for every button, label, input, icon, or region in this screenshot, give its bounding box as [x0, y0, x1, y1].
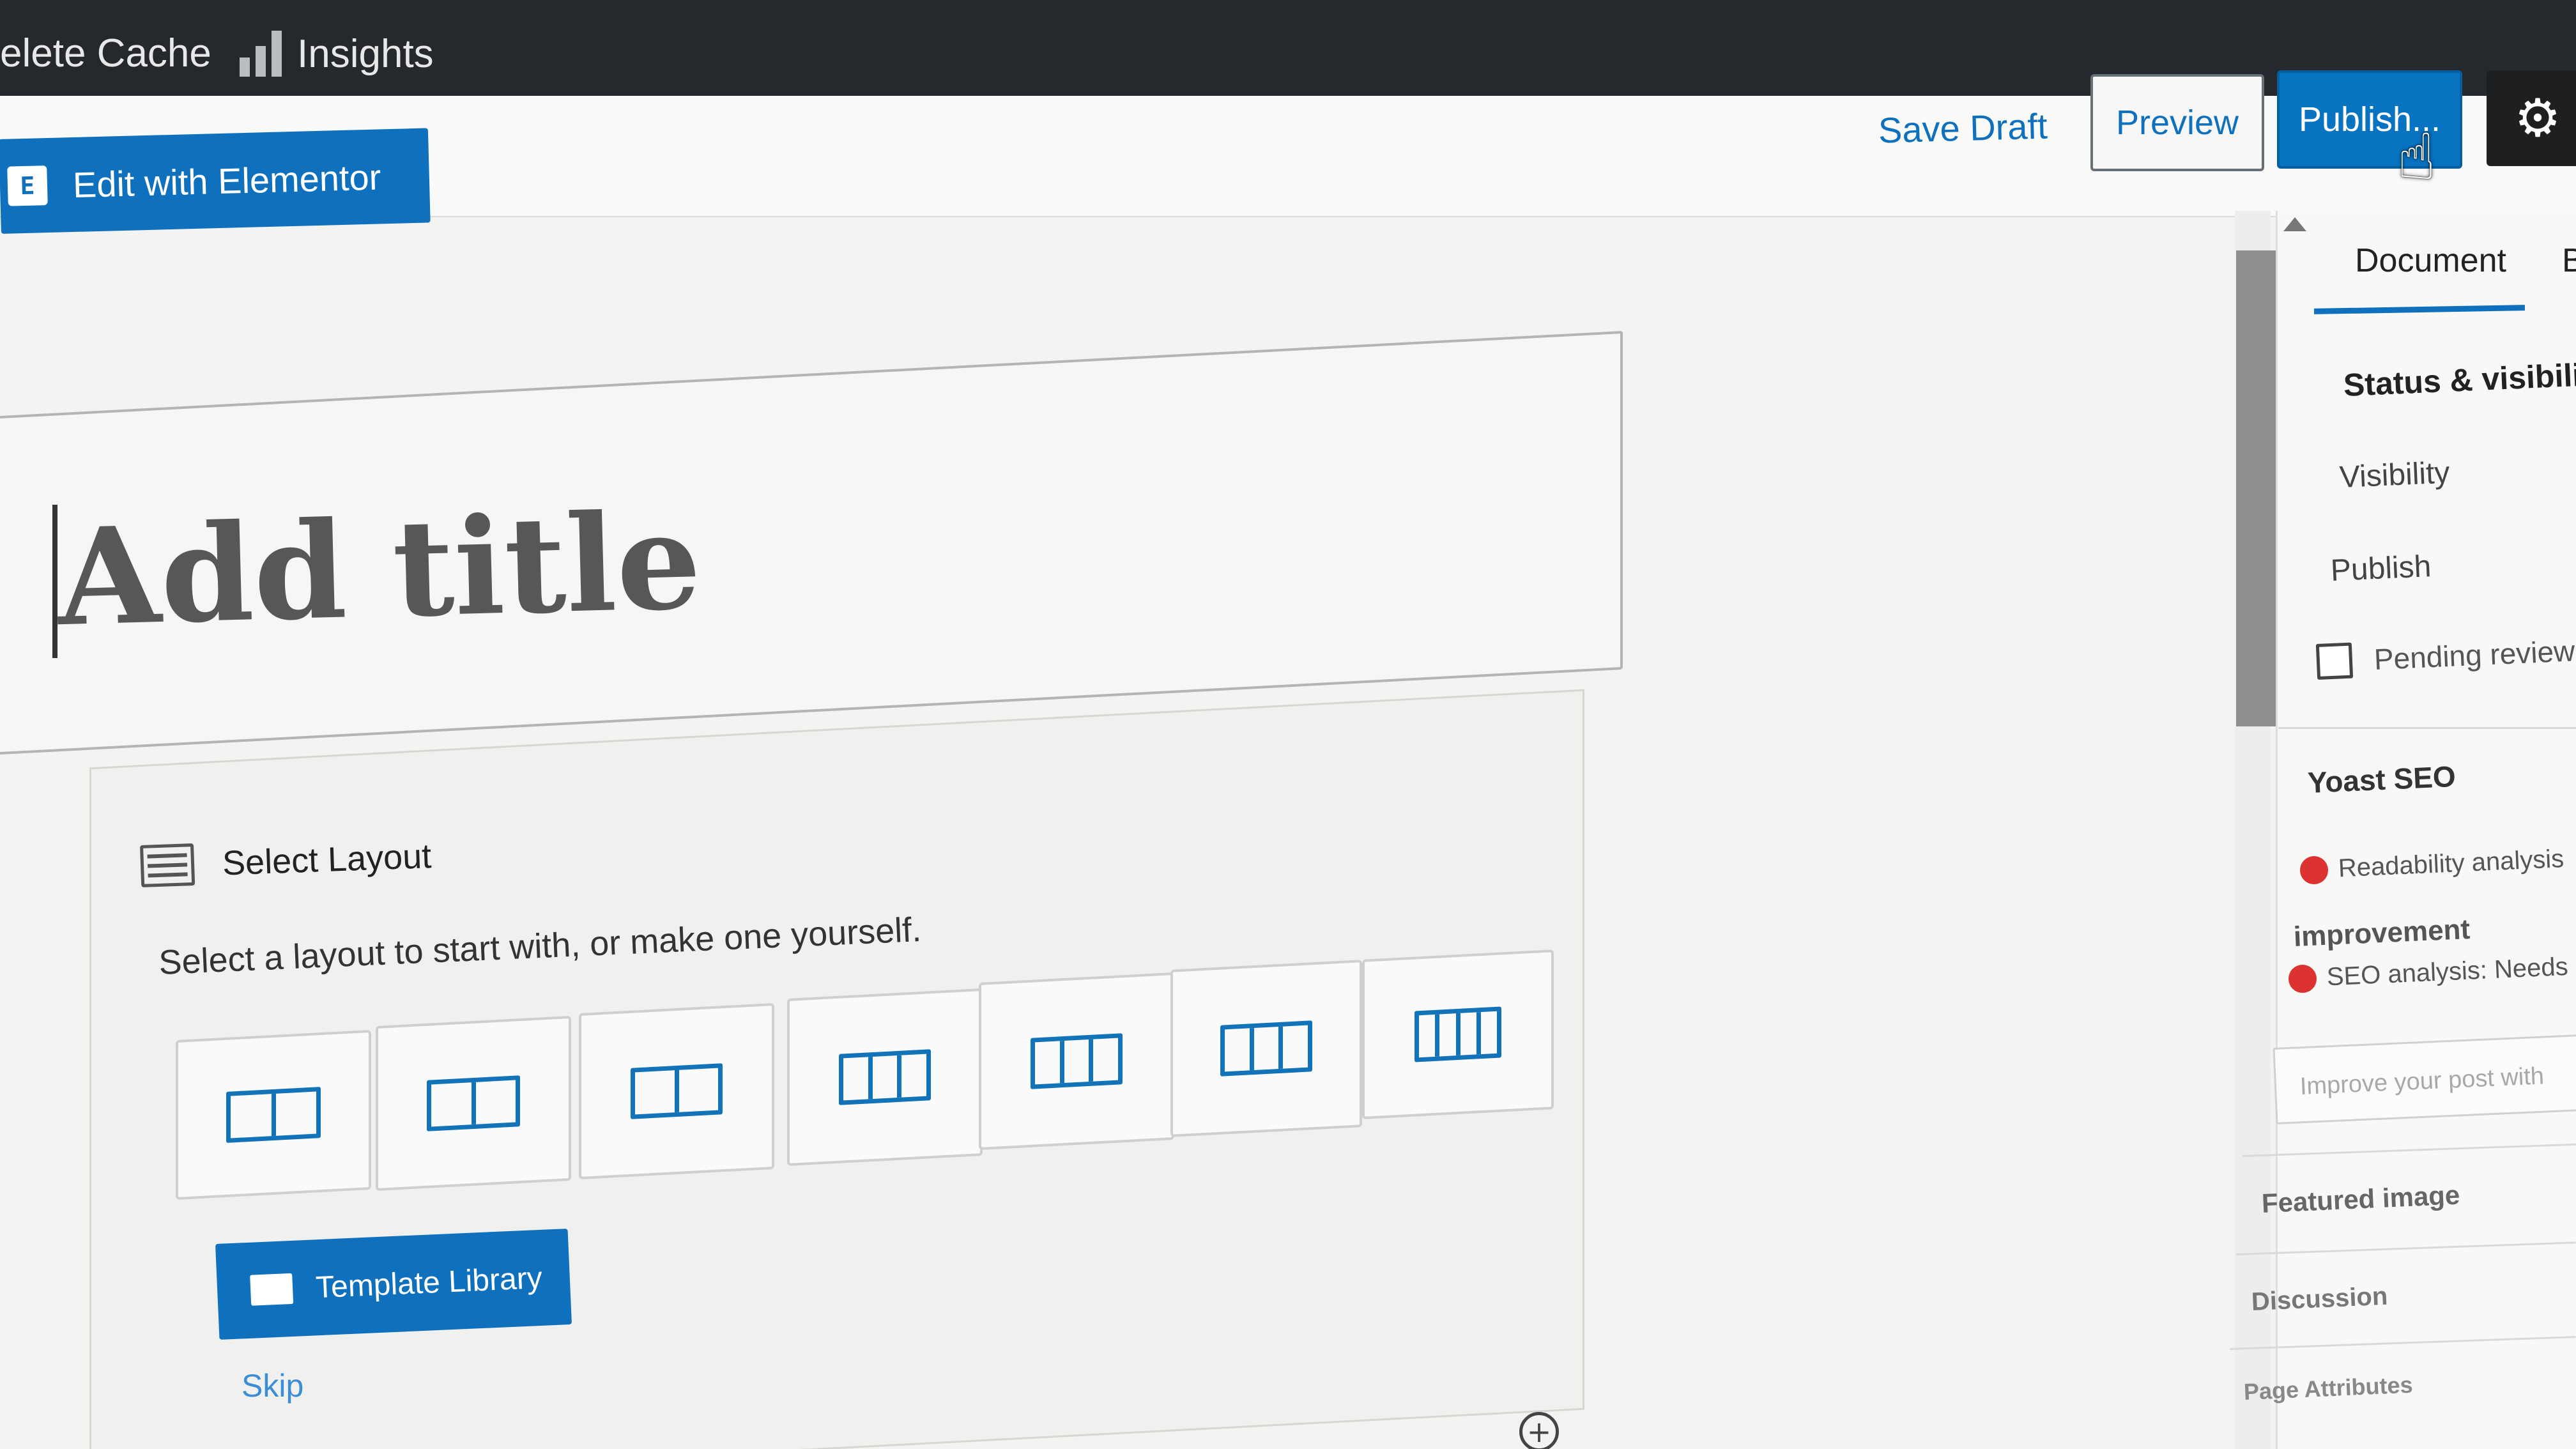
title-placeholder[interactable]: Add title: [56, 484, 703, 656]
tab-document[interactable]: Document: [2355, 241, 2506, 280]
layout-option-5[interactable]: [979, 972, 1174, 1151]
readability-status-dot-icon: [2299, 855, 2329, 885]
column-layout-icon: [427, 1075, 520, 1131]
seo-status-dot-icon: [2288, 963, 2317, 993]
insights-label: Insights: [297, 32, 434, 76]
pending-review-checkbox[interactable]: [2315, 642, 2354, 680]
template-library-label: Template Library: [314, 1261, 543, 1305]
tab-block[interactable]: B: [2562, 241, 2576, 280]
add-block-icon[interactable]: +: [1519, 1412, 1559, 1449]
scrollbar-thumb[interactable]: [2236, 250, 2276, 726]
column-layout-icon: [1414, 1006, 1501, 1062]
gear-icon: ⚙: [2514, 88, 2561, 149]
discussion-panel[interactable]: Discussion: [2251, 1282, 2388, 1317]
delete-cache-link[interactable]: elete Cache: [0, 31, 211, 76]
hand-pointer-icon: ☝: [2397, 119, 2436, 194]
layout-option-6[interactable]: [1170, 960, 1362, 1137]
layout-option-4[interactable]: [787, 988, 983, 1167]
edit-with-elementor-label: Edit with Elementor: [72, 156, 382, 205]
folder-icon: [250, 1273, 294, 1306]
template-library-button[interactable]: Template Library: [215, 1229, 572, 1340]
layout-option-2[interactable]: [376, 1015, 571, 1192]
scroll-up-arrow-icon[interactable]: [2283, 217, 2306, 231]
publish-label: Publish: [2329, 549, 2432, 588]
insights-link[interactable]: Insights: [240, 31, 434, 77]
visibility-label: Visibility: [2338, 456, 2451, 494]
edit-with-elementor-button[interactable]: E Edit with Elementor: [0, 128, 431, 234]
column-layout-icon: [839, 1049, 931, 1105]
column-layout-icon: [1031, 1033, 1123, 1089]
layout-icon: [139, 843, 195, 887]
column-layout-icon: [1220, 1020, 1312, 1077]
bar-chart-icon: [240, 31, 282, 77]
yoast-seo-heading[interactable]: Yoast SEO: [2307, 759, 2457, 800]
sidebar-divider: [2278, 727, 2576, 729]
column-layout-icon: [226, 1087, 321, 1143]
column-layout-icon: [631, 1063, 723, 1119]
skip-link[interactable]: Skip: [241, 1367, 303, 1404]
elementor-icon: E: [7, 165, 48, 206]
save-draft-button[interactable]: Save Draft: [1878, 105, 2048, 151]
settings-button[interactable]: ⚙: [2487, 70, 2576, 166]
layout-option-1[interactable]: [176, 1029, 371, 1200]
layout-option-7[interactable]: [1362, 949, 1554, 1119]
layout-option-3[interactable]: [579, 1002, 774, 1180]
layout-selector-title: Select Layout: [222, 837, 433, 883]
preview-button[interactable]: Preview: [2090, 74, 2264, 171]
